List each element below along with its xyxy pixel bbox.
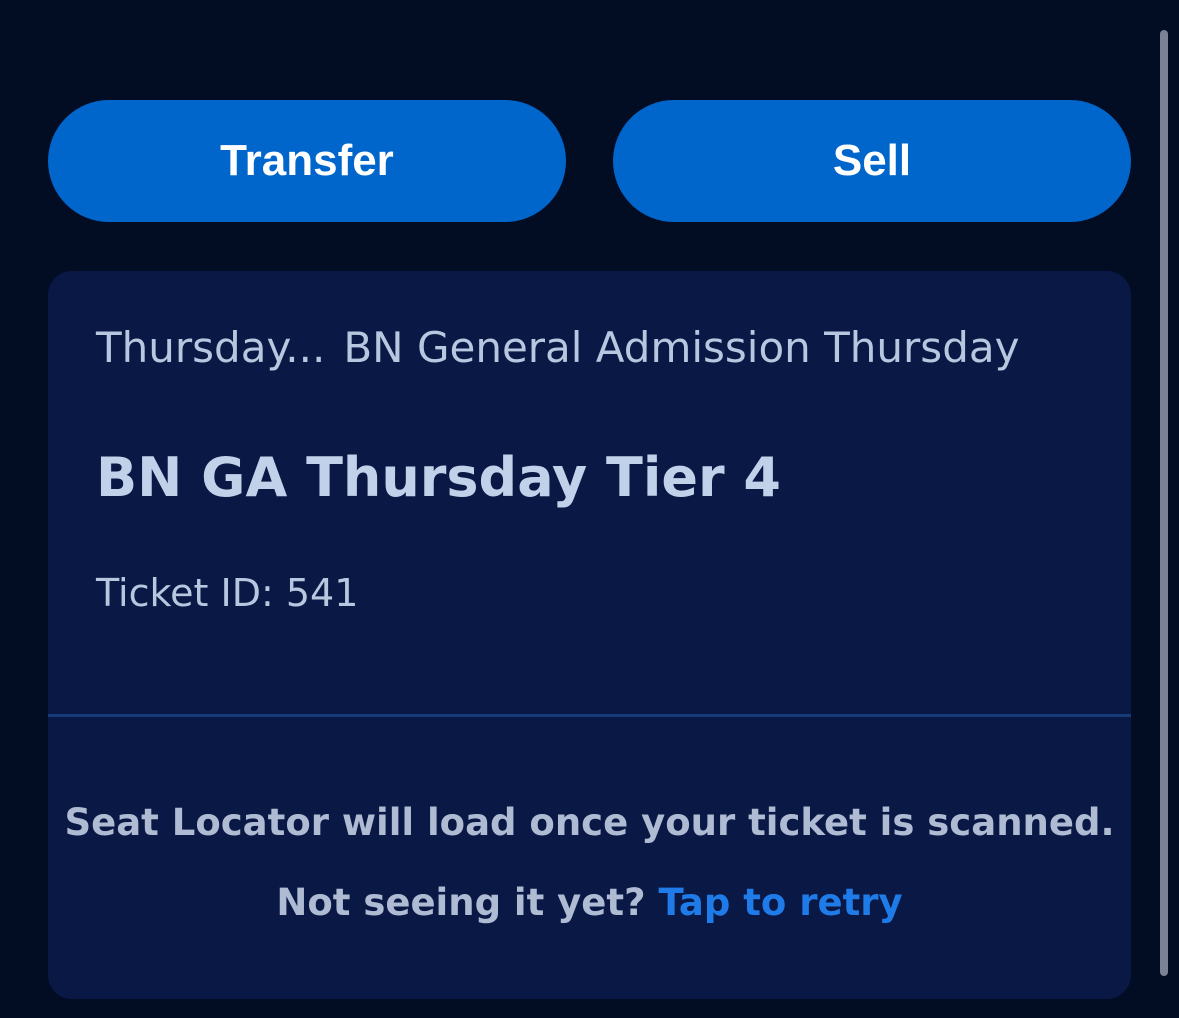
ticket-card: Thursday... BN General Admission Thursday… xyxy=(48,271,1131,999)
ticket-tier-title: BN GA Thursday Tier 4 xyxy=(96,446,781,509)
retry-prompt: Not seeing it yet? xyxy=(276,881,646,924)
ticket-admission: BN General Admission Thursday xyxy=(343,323,1020,372)
transfer-button[interactable]: Transfer xyxy=(48,100,566,222)
sell-button[interactable]: Sell xyxy=(613,100,1131,222)
ticket-header: Thursday... BN General Admission Thursday xyxy=(96,323,1019,372)
scrollbar[interactable] xyxy=(1160,30,1168,976)
seat-locator-retry-row: Not seeing it yet? Tap to retry xyxy=(48,881,1131,924)
card-divider xyxy=(48,714,1131,717)
ticket-id: Ticket ID: 541 xyxy=(96,571,359,615)
seat-locator-message: Seat Locator will load once your ticket … xyxy=(64,801,1115,844)
ticket-day: Thursday... xyxy=(96,323,326,372)
retry-link[interactable]: Tap to retry xyxy=(658,881,902,924)
